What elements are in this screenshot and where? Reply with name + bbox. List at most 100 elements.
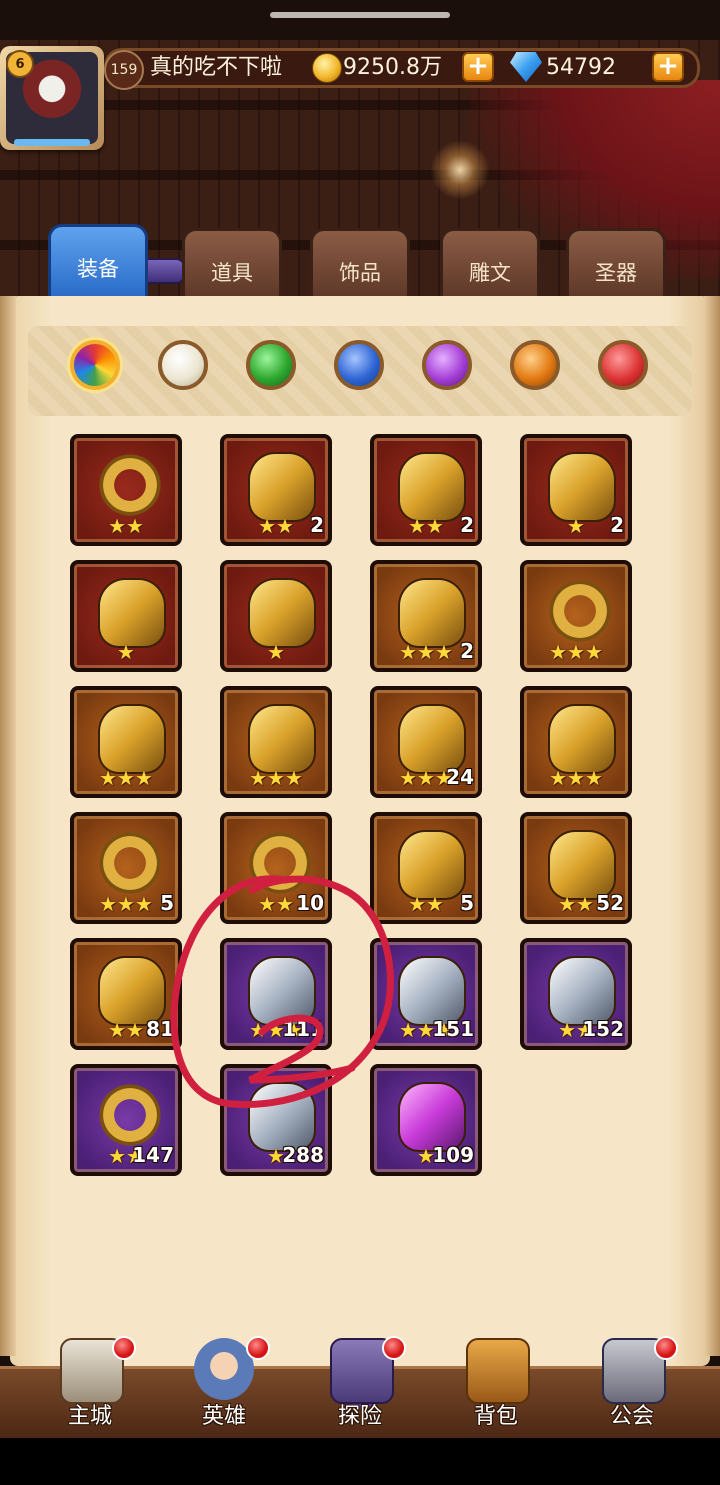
star-rating: ★★★ <box>249 766 303 790</box>
notification-dot <box>654 1336 678 1360</box>
backpack-icon <box>466 1338 530 1404</box>
equipment-slot[interactable]: ★★ 10 <box>220 812 332 924</box>
item-count: 2 <box>610 513 624 537</box>
equipment-slot[interactable]: ★ 288 <box>220 1064 332 1176</box>
armor-icon <box>548 704 616 774</box>
player-name: 真的吃不下啦 <box>150 55 283 80</box>
item-count: 5 <box>160 891 174 915</box>
item-count: 147 <box>132 1143 174 1167</box>
item-count: 109 <box>432 1143 474 1167</box>
add-gold-button[interactable]: + <box>462 52 494 82</box>
equipment-slot[interactable]: ★★ 5 <box>370 812 482 924</box>
nav-label: 探险 <box>337 1404 382 1429</box>
mace-icon <box>248 578 316 648</box>
equipment-slot[interactable]: ★★★ <box>220 686 332 798</box>
armor-icon <box>398 830 466 900</box>
ring-icon <box>98 1082 162 1148</box>
equipment-slot[interactable]: ★★★ <box>70 686 182 798</box>
equipment-slot[interactable]: ★ <box>70 560 182 672</box>
tab-equipment[interactable]: 装备 <box>48 224 148 306</box>
ring-icon <box>98 830 162 896</box>
filter-red-orb[interactable] <box>598 340 648 390</box>
helmet-icon <box>548 452 616 522</box>
hammer-icon <box>248 704 316 774</box>
nav-label: 背包 <box>473 1404 518 1429</box>
equipment-slot[interactable]: ★★★ 111 <box>220 938 332 1050</box>
avatar-energy-bar <box>14 139 90 146</box>
ring-icon <box>98 452 162 518</box>
nav-label: 主城 <box>67 1404 112 1429</box>
nav-main-city[interactable]: 主城 <box>30 1328 150 1434</box>
tab-artifacts[interactable]: 圣器 <box>566 228 666 304</box>
item-count: 81 <box>146 1017 174 1041</box>
nav-heroes[interactable]: 英雄 <box>164 1328 284 1434</box>
status-bar-notch <box>270 12 450 18</box>
item-count: 52 <box>596 891 624 915</box>
equipment-slot[interactable]: ★ 2 <box>520 434 632 546</box>
filter-blue-orb[interactable] <box>334 340 384 390</box>
item-count: 111 <box>282 1017 324 1041</box>
equipment-slot[interactable]: ★★★ 24 <box>370 686 482 798</box>
ring-icon <box>548 578 612 644</box>
item-count: 2 <box>460 639 474 663</box>
armor-icon <box>98 704 166 774</box>
candle-light <box>430 140 490 200</box>
gold-coin-icon <box>312 53 342 83</box>
notification-dot <box>246 1336 270 1360</box>
equipment-slot[interactable]: ★★ 2 <box>220 434 332 546</box>
add-diamond-button[interactable]: + <box>652 52 684 82</box>
diamond-amount: 54792 <box>546 55 616 80</box>
star-rating: ★★★ <box>549 766 603 790</box>
filter-purple-orb[interactable] <box>422 340 472 390</box>
hero-portrait-icon <box>194 1338 254 1400</box>
equipment-slot[interactable]: ★★ 152 <box>520 938 632 1050</box>
nav-backpack[interactable]: 背包 <box>436 1328 556 1434</box>
scroll-edge-left <box>0 296 16 1356</box>
equipment-slot[interactable]: ★★ 147 <box>70 1064 182 1176</box>
item-count: 5 <box>460 891 474 915</box>
equipment-slot[interactable]: ★ 109 <box>370 1064 482 1176</box>
equipment-slot[interactable]: ★★★ 151 <box>370 938 482 1050</box>
filter-white-orb[interactable] <box>158 340 208 390</box>
tab-items[interactable]: 道具 <box>182 228 282 304</box>
vip-badge: 6 <box>6 50 34 78</box>
equipment-slot[interactable]: ★★★ <box>520 560 632 672</box>
axe-icon <box>398 452 466 522</box>
item-count: 288 <box>282 1143 324 1167</box>
tab-glyphs[interactable]: 雕文 <box>440 228 540 304</box>
star-rating: ★ <box>117 640 135 664</box>
scroll-edge-right <box>704 296 720 1356</box>
nav-guild[interactable]: 公会 <box>572 1328 692 1434</box>
item-count: 24 <box>446 765 474 789</box>
gold-amount: 9250.8万 <box>343 55 442 80</box>
equipment-slot[interactable]: ★★ 81 <box>70 938 182 1050</box>
star-rating: ★★★ <box>99 766 153 790</box>
notification-dot <box>112 1336 136 1360</box>
nav-explore[interactable]: 探险 <box>300 1328 420 1434</box>
equipment-slot[interactable]: ★★★ <box>520 686 632 798</box>
equipment-slot[interactable]: ★★ 52 <box>520 812 632 924</box>
nav-label: 英雄 <box>201 1404 246 1429</box>
equipment-slot[interactable]: ★★★ 2 <box>370 560 482 672</box>
helmet-icon <box>398 578 466 648</box>
notification-dot <box>382 1336 406 1360</box>
filter-green-orb[interactable] <box>246 340 296 390</box>
filter-all-orb[interactable] <box>70 340 120 390</box>
star-rating: ★★ <box>108 514 144 538</box>
equipment-slot[interactable]: ★★ 2 <box>370 434 482 546</box>
nav-label: 公会 <box>609 1404 654 1429</box>
item-count: 10 <box>296 891 324 915</box>
filter-orange-orb[interactable] <box>510 340 560 390</box>
ring-icon <box>248 830 312 896</box>
tab-accessories[interactable]: 饰品 <box>310 228 410 304</box>
equipment-slot[interactable]: ★★ <box>70 434 182 546</box>
item-count: 2 <box>460 513 474 537</box>
helmet-icon <box>248 452 316 522</box>
star-rating: ★ <box>267 640 285 664</box>
equipment-slot[interactable]: ★★★ 5 <box>70 812 182 924</box>
item-count: 151 <box>432 1017 474 1041</box>
player-level-badge: 159 <box>104 50 144 90</box>
star-rating: ★★★ <box>549 640 603 664</box>
armor-icon <box>98 578 166 648</box>
equipment-slot[interactable]: ★ <box>220 560 332 672</box>
